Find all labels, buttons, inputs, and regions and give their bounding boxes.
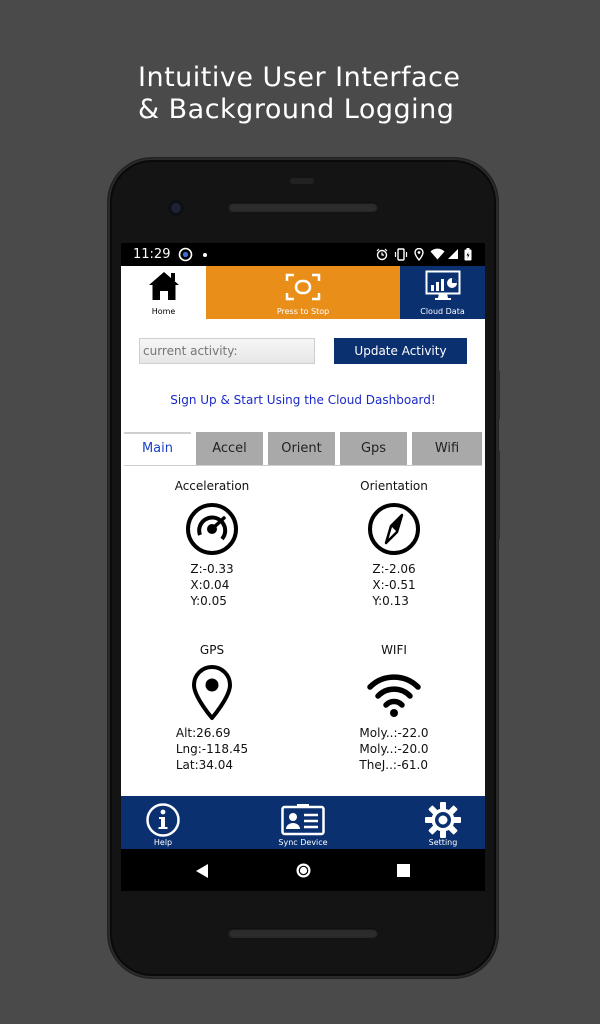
headline-line-2: & Background Logging: [138, 94, 455, 125]
update-activity-button[interactable]: Update Activity: [334, 338, 467, 364]
id-card-icon: [281, 803, 325, 836]
gauge-icon: [186, 503, 238, 555]
help-button[interactable]: Help: [133, 796, 193, 849]
wifi-panel: WIFI Moly..:-22.0 Moly..:-20.0 TheJ..:-6…: [303, 643, 485, 773]
orientation-title: Orientation: [360, 479, 428, 493]
power-button: [496, 370, 500, 420]
wifi-network-3: TheJ..:-61.0: [359, 758, 428, 772]
status-time: 11:29: [133, 247, 171, 262]
notification-dot-icon: [203, 253, 207, 257]
orientation-z: Z:-2.06: [372, 562, 416, 576]
system-nav-bar: [121, 849, 485, 891]
wifi-network-2: Moly..:-20.0: [359, 742, 429, 756]
orientation-values: Z:-2.06 X:-0.51 Y:0.13: [372, 561, 415, 609]
acceleration-panel: Acceleration Z:-0.33 X:0.04 Y:0.05: [121, 479, 303, 609]
tabs-divider: [124, 465, 482, 466]
location-pin-icon: [192, 665, 232, 720]
acceleration-x: X:0.04: [190, 578, 230, 592]
acceleration-title: Acceleration: [174, 479, 250, 493]
wifi-title: WIFI: [381, 643, 407, 657]
back-nav-icon[interactable]: [195, 863, 209, 879]
home-nav-icon[interactable]: [295, 862, 312, 879]
setting-button[interactable]: Setting: [413, 796, 473, 849]
volume-button: [496, 450, 500, 540]
gps-longitude: Lng:-118.45: [175, 742, 249, 756]
earpiece-speaker: [228, 202, 378, 212]
cloud-data-button[interactable]: Cloud Data: [400, 266, 485, 319]
phone-screen: 11:29 Home Press to Stop Cloud Data curr…: [121, 243, 485, 891]
sensor-tabs: Main Accel Orient Gps Wifi: [124, 432, 482, 466]
wifi-network-1: Moly..:-22.0: [359, 726, 429, 740]
home-tab-button[interactable]: Home: [121, 266, 206, 319]
wifi-values: Moly..:-22.0 Moly..:-20.0 TheJ..:-61.0: [359, 725, 428, 773]
gps-title: GPS: [199, 643, 225, 657]
recents-nav-icon[interactable]: [397, 864, 410, 877]
app-top-bar: Home Press to Stop Cloud Data: [121, 266, 485, 319]
record-frame-icon: [285, 273, 321, 301]
promo-headline: Intuitive User Interface & Background Lo…: [138, 62, 461, 126]
orientation-y: Y:0.13: [372, 594, 409, 608]
vibrate-icon: [394, 248, 408, 261]
sync-device-label: Sync Device: [278, 838, 328, 847]
acceleration-z: Z:-0.33: [190, 562, 234, 576]
wifi-status-icon: [430, 248, 445, 260]
press-to-stop-button[interactable]: Press to Stop: [206, 266, 400, 319]
cloud-data-label: Cloud Data: [420, 307, 465, 316]
tab-orient[interactable]: Orient: [268, 432, 335, 466]
front-camera: [168, 200, 184, 216]
current-activity-input[interactable]: [139, 338, 315, 364]
tab-gps[interactable]: Gps: [340, 432, 407, 466]
tab-wifi[interactable]: Wifi: [412, 432, 482, 466]
info-icon: [146, 803, 180, 837]
sync-device-button[interactable]: Sync Device: [263, 796, 343, 849]
wifi-icon: [367, 674, 421, 717]
cell-signal-icon: [448, 249, 458, 259]
help-label: Help: [153, 838, 173, 847]
press-to-stop-label: Press to Stop: [276, 307, 330, 316]
home-icon: [148, 272, 179, 300]
app-bottom-bar: Help Sync Device Setting: [121, 796, 485, 849]
acceleration-y: Y:0.05: [190, 594, 227, 608]
tab-main[interactable]: Main: [124, 432, 191, 466]
gps-latitude: Lat:34.04: [175, 758, 233, 772]
main-content: Update Activity Sign Up & Start Using th…: [121, 319, 485, 797]
gps-panel: GPS Alt:26.69 Lng:-118.45 Lat:34.04: [121, 643, 303, 773]
acceleration-values: Z:-0.33 X:0.04 Y:0.05: [190, 561, 233, 609]
compass-icon: [368, 503, 420, 555]
setting-label: Setting: [428, 838, 458, 847]
dashboard-monitor-icon: [425, 270, 460, 300]
cloud-dashboard-signup-link[interactable]: Sign Up & Start Using the Cloud Dashboar…: [121, 393, 485, 407]
bottom-speaker: [228, 928, 378, 938]
orientation-x: X:-0.51: [372, 578, 416, 592]
tab-accel[interactable]: Accel: [196, 432, 263, 466]
headline-line-1: Intuitive User Interface: [138, 62, 461, 93]
gps-values: Alt:26.69 Lng:-118.45 Lat:34.04: [176, 725, 248, 773]
orientation-panel: Orientation Z:-2.06 X:-0.51 Y:0.13: [303, 479, 485, 609]
home-label: Home: [151, 307, 176, 316]
sync-status-icon: [178, 247, 193, 262]
alarm-icon: [376, 248, 388, 261]
top-sensor: [290, 178, 314, 184]
status-bar: 11:29: [121, 243, 485, 267]
battery-icon: [464, 248, 472, 261]
gps-altitude: Alt:26.69: [175, 726, 231, 740]
location-status-icon: [414, 248, 424, 261]
gear-icon: [425, 802, 461, 838]
